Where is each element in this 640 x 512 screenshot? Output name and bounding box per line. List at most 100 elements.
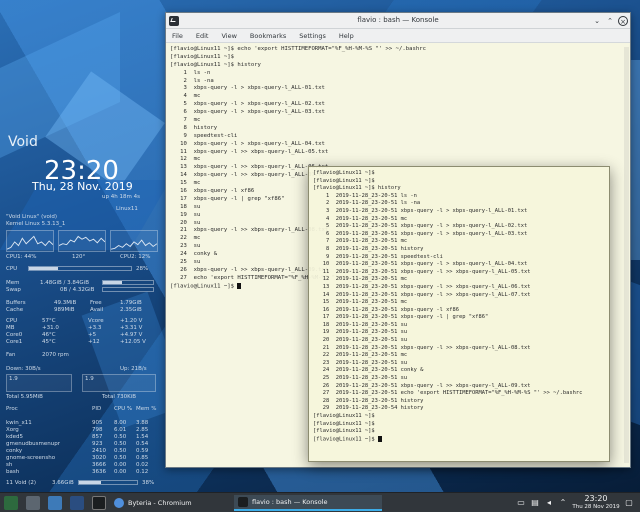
- terminal-line: 3 xbps-query -l > xbps-query-l_ALL-01.tx…: [170, 85, 622, 93]
- net-total-up: Total 730KiB: [102, 394, 136, 401]
- taskbar-clock-date[interactable]: Thu 28 Nov 2019: [566, 504, 626, 510]
- terminal-line: 6 xbps-query -l > xbps-query-l_ALL-03.tx…: [170, 109, 622, 117]
- window-title: flavio : bash — Konsole: [166, 16, 630, 24]
- cache-label: Cache: [6, 307, 23, 314]
- minimize-icon[interactable]: ⌄: [592, 16, 602, 26]
- terminal-line: 12 2019-11-28_23-20-51 mc: [313, 276, 605, 284]
- desktop-pager-icon[interactable]: [26, 496, 40, 510]
- terminal-line: 8 history: [170, 125, 622, 133]
- terminal-scrollbar[interactable]: [624, 47, 629, 463]
- menu-file[interactable]: File: [172, 32, 183, 40]
- show-desktop-icon[interactable]: ▢: [624, 498, 634, 508]
- process-cell: 0.54: [136, 441, 148, 448]
- terminal-line: 11 2019-11-28_23-20-51 xbps-query -l >> …: [313, 269, 605, 277]
- task-chromium-label: Byteria - Chromium: [128, 499, 192, 507]
- menu-settings[interactable]: Settings: [299, 32, 326, 40]
- sensor-cell: +31.0: [42, 325, 59, 332]
- taskbar-clock-time[interactable]: 23:20: [578, 494, 614, 503]
- clipboard-icon[interactable]: ▤: [530, 498, 540, 508]
- browser-launcher-icon[interactable]: [70, 496, 84, 510]
- mem-fill: [103, 281, 122, 284]
- terminal-line: 3 2019-11-28_23-20-51 xbps-query -l > xb…: [313, 208, 605, 216]
- avail-value: 2.35GiB: [120, 307, 142, 314]
- menu-help[interactable]: Help: [339, 32, 354, 40]
- hostname: Linux11: [116, 206, 138, 213]
- terminal-launcher-icon[interactable]: [92, 496, 106, 510]
- process-cell: 0.85: [136, 455, 148, 462]
- sensor-cell: CPU: [6, 318, 17, 325]
- process-header-cell: CPU %: [114, 406, 132, 413]
- close-icon[interactable]: ×: [618, 16, 628, 26]
- cpu-total-fill: [29, 267, 58, 270]
- cpu1-sparkline: [7, 231, 53, 251]
- cpu-total-pct: 28%: [136, 266, 148, 273]
- terminal-line: 14 2019-11-28_23-20-51 xbps-query -l >> …: [313, 292, 605, 300]
- process-cell: Xorg: [6, 427, 19, 434]
- file-manager-icon[interactable]: [48, 496, 62, 510]
- buffers-value: 49.3MiB: [54, 300, 76, 307]
- terminal-line: 5 xbps-query -l > xbps-query-l_ALL-02.tx…: [170, 101, 622, 109]
- sensor-cell: 46°C: [42, 332, 56, 339]
- sensor-cell: +12.05 V: [120, 339, 146, 346]
- terminal-cursor: [237, 283, 241, 289]
- terminal-line: 2 ls -na: [170, 78, 622, 86]
- process-header-cell: Proc: [6, 406, 18, 413]
- menu-edit[interactable]: Edit: [196, 32, 209, 40]
- terminal-line: 1 2019-11-28_23-20-51 ls -n: [313, 193, 605, 201]
- konsole-window-floating[interactable]: [flavio@Linux11 ~]$[flavio@Linux11 ~]$[f…: [308, 166, 610, 462]
- process-cell: 3666: [92, 462, 106, 469]
- volume-icon[interactable]: ◂: [544, 498, 554, 508]
- maximize-icon[interactable]: ⌃: [605, 16, 615, 26]
- process-cell: gnome-screensho: [6, 455, 55, 462]
- terminal-line: 5 2019-11-28_23-20-51 xbps-query -l > xb…: [313, 223, 605, 231]
- sensor-cell: +3.3: [88, 325, 101, 332]
- process-cell: 0.00: [114, 462, 126, 469]
- process-cell: kwin_x11: [6, 420, 32, 427]
- menu-bookmarks[interactable]: Bookmarks: [250, 32, 286, 40]
- terminal-line: 11 xbps-query -l >> xbps-query-l_ALL-05.…: [170, 149, 622, 157]
- window-titlebar[interactable]: flavio : bash — Konsole ⌄ ⌃ ×: [166, 13, 630, 29]
- sensor-cell: +5: [88, 332, 96, 339]
- net-down-scale: 1.9: [9, 376, 18, 383]
- terminal-line: 23 2019-11-28_23-20-51 su: [313, 360, 605, 368]
- cpu2-label: CPU2: 12%: [120, 254, 151, 261]
- terminal-line: [flavio@Linux11 ~]$: [170, 54, 622, 62]
- sensor-cell: +12: [88, 339, 100, 346]
- terminal-line: 1 ls -n: [170, 70, 622, 78]
- uptime: up 4h 18m 4s: [102, 194, 140, 201]
- terminal-line: 10 2019-11-28_23-20-51 xbps-query -l > x…: [313, 261, 605, 269]
- task-chromium[interactable]: Byteria - Chromium: [110, 495, 230, 511]
- monitor-icon[interactable]: ▭: [516, 498, 526, 508]
- terminal-output-floating[interactable]: [flavio@Linux11 ~]$[flavio@Linux11 ~]$[f…: [313, 170, 605, 459]
- process-cell: 923: [92, 441, 103, 448]
- process-header-cell: PID: [92, 406, 101, 413]
- conky-panel: Void 23:20 Thu, 28 Nov. 2019 up 4h 18m 4…: [2, 130, 162, 490]
- terminal-line: [flavio@Linux11 ~]$: [313, 413, 605, 421]
- cpu-temp-sparkline: [59, 231, 105, 251]
- task-konsole[interactable]: flavio : bash — Konsole: [234, 495, 382, 511]
- process-cell: 0.50: [114, 455, 126, 462]
- process-cell: sh: [6, 462, 12, 469]
- terminal-line: 9 2019-11-28_23-20-51 speedtest-cli: [313, 254, 605, 262]
- process-cell: 1.54: [136, 434, 148, 441]
- app-launcher-icon[interactable]: [4, 496, 18, 510]
- process-cell: 0.02: [136, 462, 148, 469]
- terminal-line: 7 2019-11-28_23-20-51 mc: [313, 238, 605, 246]
- menu-view[interactable]: View: [221, 32, 236, 40]
- net-total-down: Total 5.95MiB: [6, 394, 43, 401]
- process-cell: 2410: [92, 448, 106, 455]
- sensor-cell: 57°C: [42, 318, 56, 325]
- sensor-cell: +4.97 V: [120, 332, 142, 339]
- swap-label: Swap: [6, 287, 21, 294]
- taskbar: Byteria - Chromium flavio : bash — Konso…: [0, 492, 640, 512]
- conky-footer-fill: [79, 481, 101, 484]
- kernel: Kernel Linux 5.3.13_1: [6, 221, 65, 228]
- process-cell: 798: [92, 427, 103, 434]
- terminal-line: 4 2019-11-28_23-20-51 mc: [313, 216, 605, 224]
- cpu1-label: CPU1: 44%: [6, 254, 37, 261]
- terminal-line: 2 2019-11-28_23-20-51 ls -na: [313, 200, 605, 208]
- terminal-line: 16 2019-11-28_23-20-51 xbps-query -l xf8…: [313, 307, 605, 315]
- terminal-line: [flavio@Linux11 ~]$: [313, 436, 605, 444]
- process-cell: gmenudbusmenupr: [6, 441, 60, 448]
- process-cell: 3636: [92, 469, 106, 476]
